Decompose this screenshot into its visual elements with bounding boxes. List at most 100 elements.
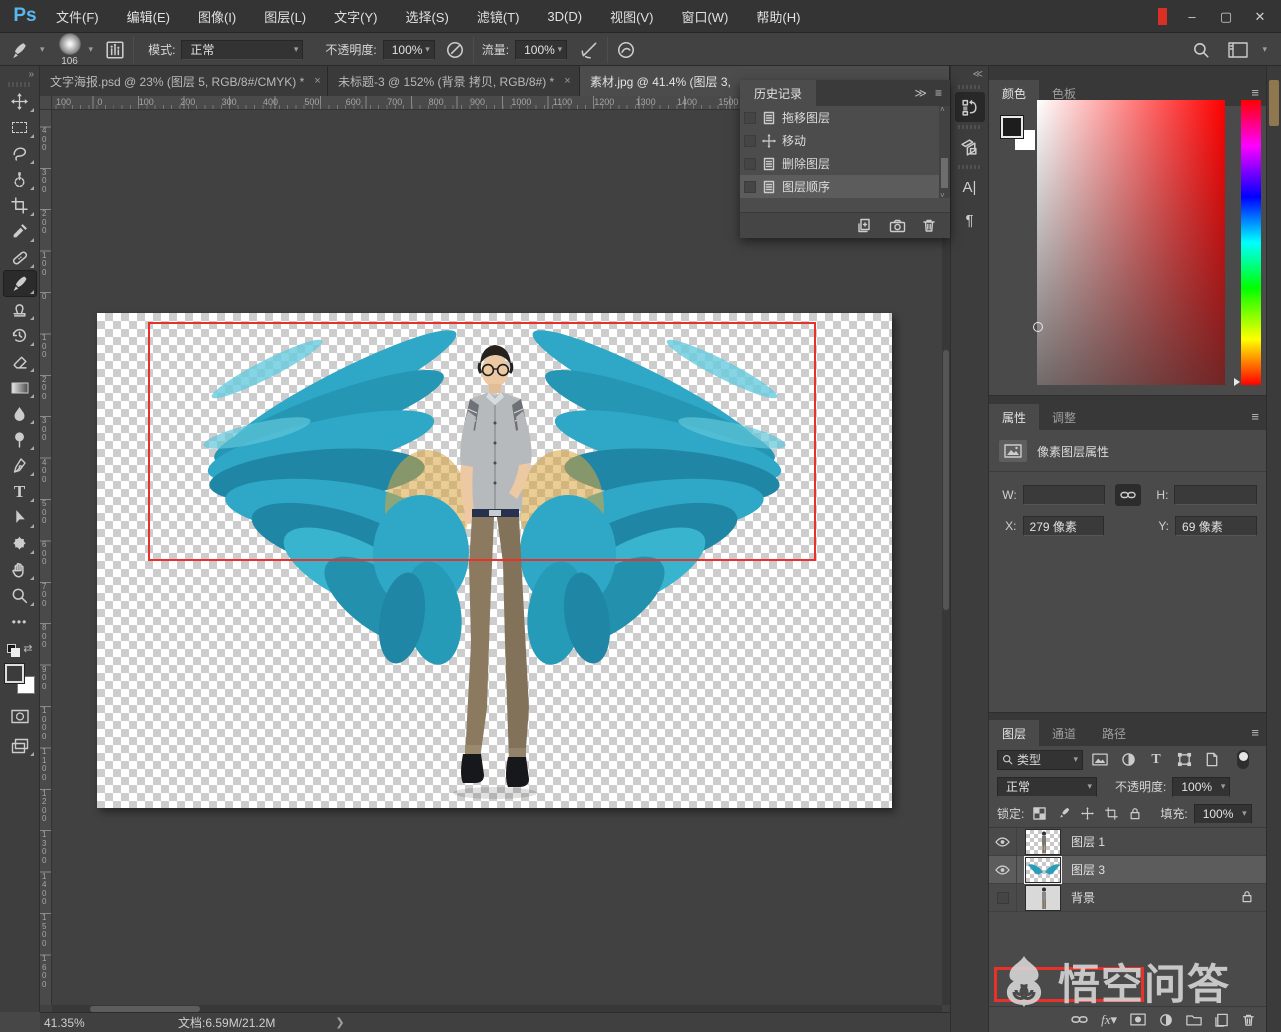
shape-tool[interactable] (4, 531, 36, 556)
close-button[interactable]: ✕ (1245, 6, 1275, 28)
lock-artboard-button[interactable] (1102, 804, 1120, 824)
menu-select[interactable]: 选择(S) (391, 0, 462, 33)
channels-tab[interactable]: 通道 (1039, 720, 1089, 746)
height-input[interactable] (1174, 485, 1257, 505)
collapse-toolbar-button[interactable]: » (0, 66, 39, 80)
layer-row-background[interactable]: 背景 (989, 884, 1267, 912)
history-state-row[interactable]: 删除图层 (740, 152, 950, 175)
brush-tool[interactable] (4, 271, 36, 296)
history-state-row[interactable]: 拖移图层 (740, 106, 950, 129)
doc-tab-2[interactable]: 未标题-3 @ 152% (背景 拷贝, RGB/8#) * × (328, 66, 580, 96)
healing-brush-tool[interactable] (4, 245, 36, 270)
trash-icon[interactable] (1242, 1013, 1255, 1027)
maximize-button[interactable]: ▢ (1211, 6, 1241, 28)
menu-type[interactable]: 文字(Y) (320, 0, 391, 33)
zoom-level[interactable]: 41.35% (44, 1016, 122, 1030)
default-swap-colors[interactable]: ⇄ (7, 642, 33, 658)
link-wh-button[interactable] (1115, 484, 1141, 506)
menu-file[interactable]: 文件(F) (42, 0, 113, 33)
layer-row-2-selected[interactable]: 图层 3 (989, 856, 1267, 884)
clone-source-panel-button[interactable] (955, 132, 985, 162)
hand-tool[interactable] (4, 557, 36, 582)
color-field-marker[interactable] (1033, 322, 1043, 332)
history-source-checkbox[interactable] (744, 135, 756, 147)
close-tab-icon[interactable]: × (314, 75, 320, 87)
brush-panel-toggle[interactable] (105, 40, 125, 60)
color-tab[interactable]: 颜色 (989, 80, 1039, 106)
blend-mode-select[interactable]: 正常 ▾ (181, 40, 303, 60)
y-input[interactable]: 69 像素 (1175, 516, 1257, 536)
quick-select-tool[interactable] (4, 167, 36, 192)
filter-type-layers-button[interactable]: T (1145, 750, 1167, 770)
trash-icon[interactable] (922, 218, 936, 233)
canvas-viewport[interactable] (52, 110, 942, 1005)
menu-3d[interactable]: 3D(D) (533, 0, 596, 33)
paths-tab[interactable]: 路径 (1089, 720, 1139, 746)
panel-menu-icon[interactable]: ≡ (1251, 725, 1259, 740)
foreground-color-swatch[interactable] (1001, 116, 1023, 138)
lasso-tool[interactable] (4, 141, 36, 166)
layer-thumbnail[interactable] (1025, 857, 1061, 883)
v-scrollbar[interactable] (942, 110, 950, 1005)
clone-stamp-tool[interactable] (4, 297, 36, 322)
filter-smart-objects-button[interactable] (1201, 750, 1223, 770)
menu-layer[interactable]: 图层(L) (250, 0, 320, 33)
layer-filter-toggle[interactable] (1237, 750, 1249, 769)
history-state-row[interactable]: 移动 (740, 129, 950, 152)
saturation-brightness-field[interactable] (1037, 100, 1225, 385)
ruler-origin-corner[interactable] (40, 96, 52, 110)
x-input[interactable]: 279 像素 (1023, 516, 1105, 536)
v-scrollbar-thumb[interactable] (943, 350, 949, 610)
panel-scrollbar[interactable] (1266, 66, 1281, 1032)
edit-toolbar-button[interactable]: ••• (4, 609, 36, 634)
eyedropper-tool[interactable] (4, 219, 36, 244)
layer-mask-icon[interactable] (1130, 1013, 1146, 1026)
marquee-tool[interactable] (4, 115, 36, 140)
path-select-tool[interactable] (4, 505, 36, 530)
crop-tool[interactable] (4, 193, 36, 218)
properties-tab[interactable]: 属性 (989, 404, 1039, 430)
lock-pixels-button[interactable] (1054, 804, 1072, 824)
new-snapshot-icon[interactable] (889, 219, 906, 233)
brush-size-picker[interactable]: 106 (59, 33, 81, 67)
lock-position-button[interactable] (1078, 804, 1096, 824)
smoothing-button[interactable] (616, 40, 636, 60)
lock-transparency-button[interactable] (1030, 804, 1048, 824)
layer-visibility-toggle[interactable] (989, 856, 1017, 883)
search-icon[interactable] (1192, 41, 1210, 59)
menu-edit[interactable]: 编辑(E) (113, 0, 184, 33)
history-scrollbar[interactable]: ˄˅ (939, 106, 950, 198)
layer-name[interactable]: 图层 3 (1071, 861, 1105, 878)
new-group-icon[interactable] (1186, 1013, 1202, 1026)
panel-menu-icon[interactable]: ≡ (935, 86, 942, 100)
history-state-row-selected[interactable]: 图层顺序 (740, 175, 950, 198)
hue-slider-marker[interactable] (1234, 378, 1240, 386)
panel-menu-icon[interactable]: ≡ (1251, 409, 1259, 424)
foreground-background-colors[interactable] (5, 664, 35, 694)
chevron-down-icon[interactable]: ▾ (89, 44, 94, 55)
dodge-tool[interactable] (4, 427, 36, 452)
lock-all-button[interactable] (1126, 804, 1144, 824)
link-layers-icon[interactable] (1071, 1014, 1088, 1025)
foreground-color-swatch[interactable] (5, 664, 24, 683)
type-tool[interactable]: T (4, 479, 36, 504)
workspace-switcher[interactable]: ▾ (1228, 41, 1267, 59)
panel-scrollbar-thumb[interactable] (1269, 80, 1279, 126)
close-tab-icon[interactable]: × (564, 75, 570, 87)
menu-help[interactable]: 帮助(H) (742, 0, 814, 33)
width-input[interactable] (1023, 485, 1106, 505)
layer-fill-select[interactable]: 100% ▾ (1194, 804, 1252, 824)
history-source-checkbox[interactable] (744, 158, 756, 170)
document-canvas[interactable] (97, 313, 892, 808)
layer-style-icon[interactable]: fx▾ (1101, 1012, 1117, 1028)
adjustments-tab[interactable]: 调整 (1039, 404, 1089, 430)
zoom-tool[interactable] (4, 583, 36, 608)
history-tab[interactable]: 历史记录 (740, 80, 816, 106)
history-panel-button[interactable] (955, 92, 985, 122)
history-source-checkbox[interactable] (744, 112, 756, 124)
filter-adjustment-layers-button[interactable] (1117, 750, 1139, 770)
layer-thumbnail[interactable] (1025, 829, 1061, 855)
airbrush-button[interactable] (579, 40, 599, 60)
hue-slider[interactable] (1241, 100, 1261, 385)
layer-name[interactable]: 图层 1 (1071, 833, 1105, 850)
